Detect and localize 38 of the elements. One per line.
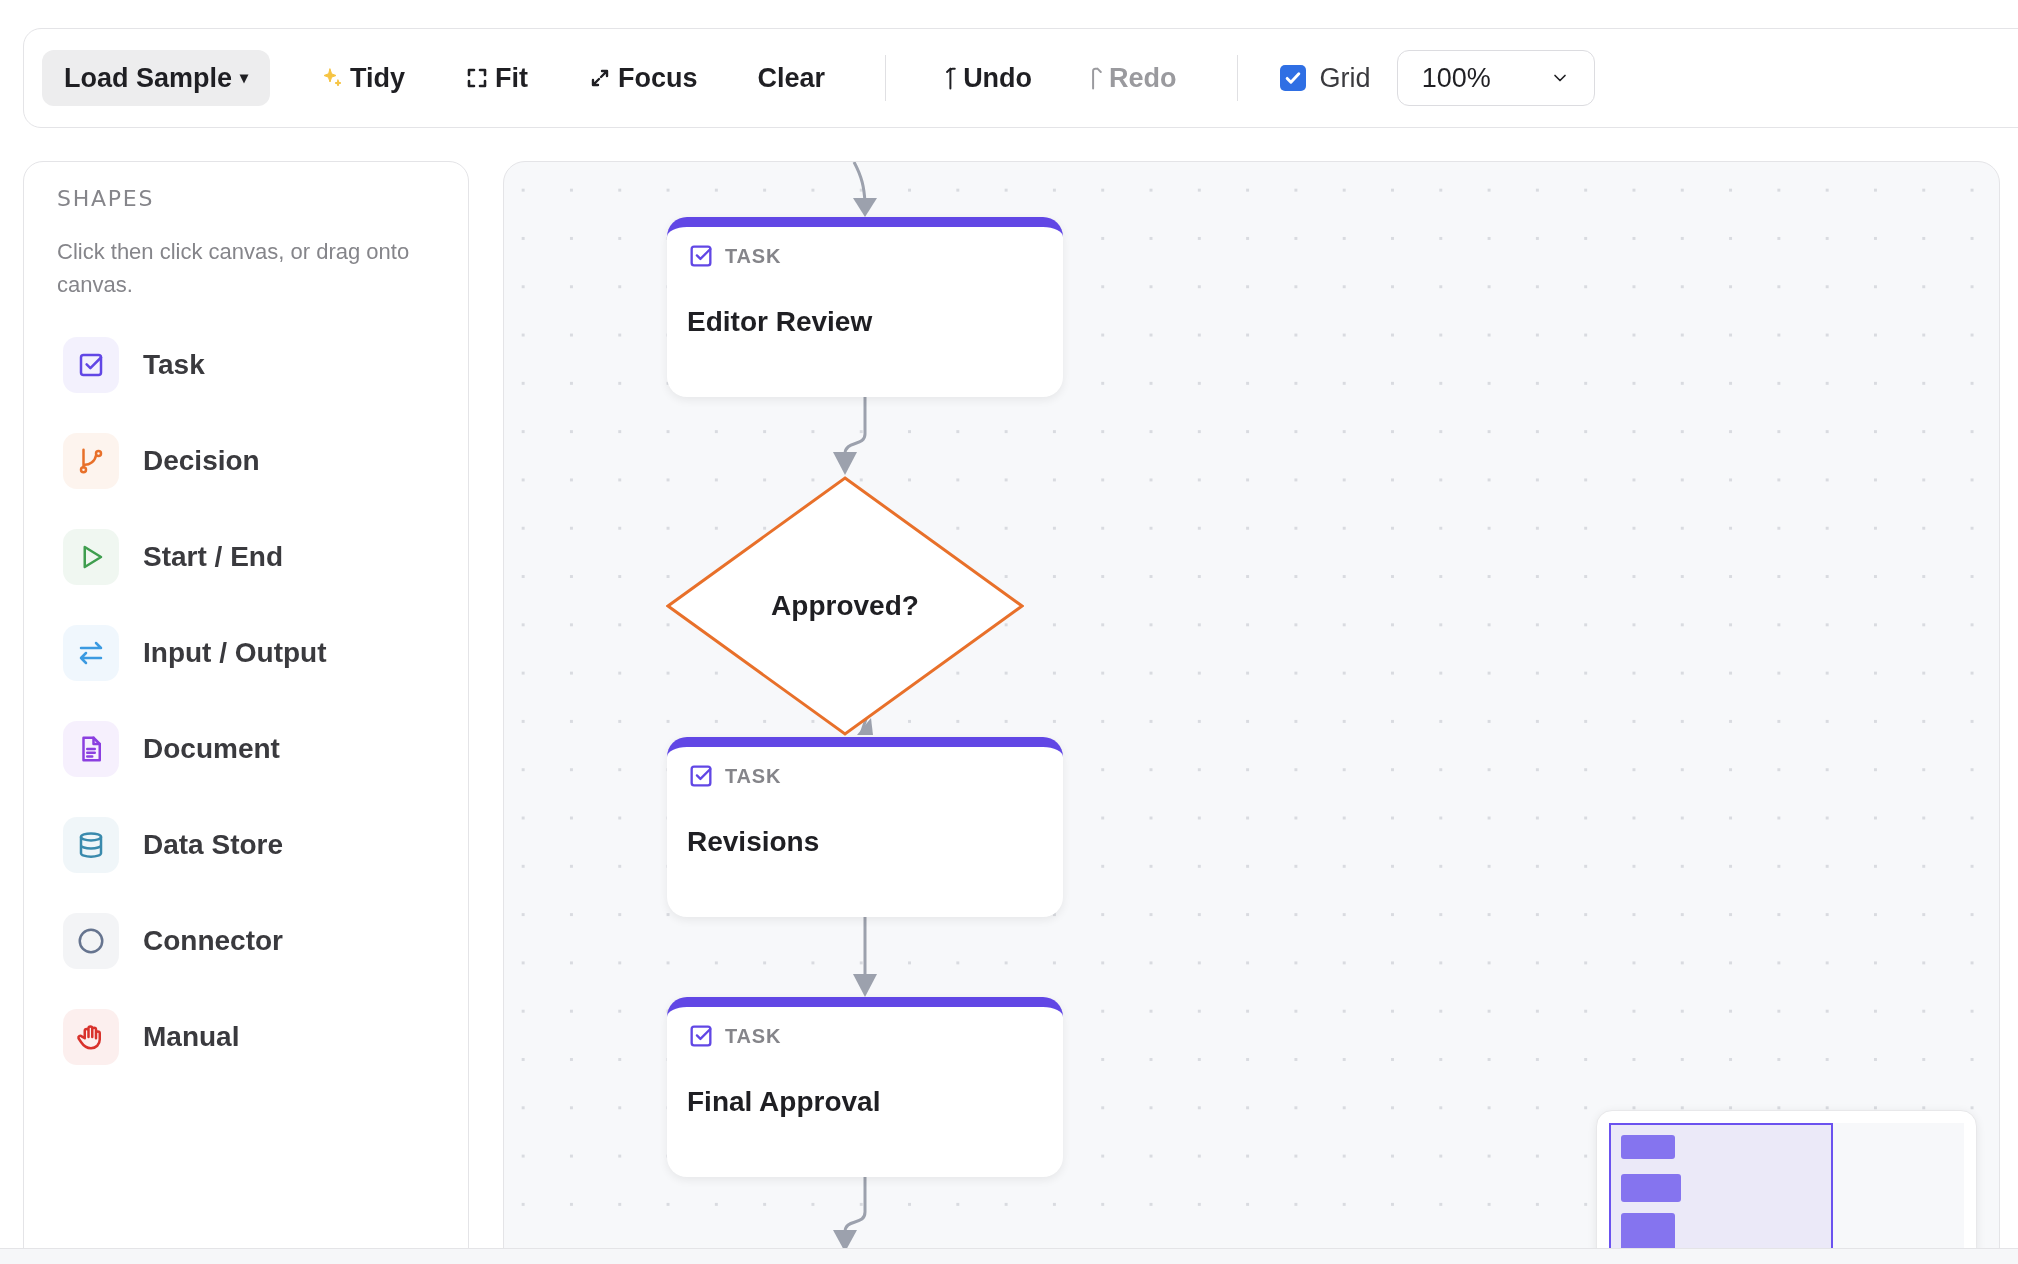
node-title: Approved? (771, 589, 919, 623)
connector-arrow[interactable] (852, 162, 877, 217)
shape-item[interactable]: Document (57, 701, 435, 797)
shape-item[interactable]: Start / End (57, 509, 435, 605)
decision-node[interactable] (666, 476, 1024, 736)
shape-item[interactable]: Manual (57, 989, 435, 1085)
toolbar-button[interactable]: Fit (445, 50, 549, 106)
toolbar-button[interactable]: Clear (737, 50, 846, 106)
node-title: Revisions (687, 825, 821, 859)
shape-item[interactable]: Connector (57, 893, 435, 989)
zoom-select[interactable]: 100% (1396, 50, 1595, 106)
toolbar-button[interactable]: Undo (926, 50, 1053, 106)
canvas[interactable]: TASK Editor Review Approved? TASK Revisions TASK Final Approval (503, 161, 2000, 1248)
node-title: Final Approval (687, 1085, 882, 1119)
toolbar-button[interactable]: Focus (568, 50, 718, 106)
shape-item[interactable]: Task (57, 317, 435, 413)
load-sample-dropdown[interactable]: Load Sample ▾ (42, 50, 271, 106)
shape-item[interactable]: Input / Output (57, 605, 435, 701)
minimap-node (1621, 1174, 1681, 1202)
task-node[interactable]: TASK Editor Review (667, 217, 1063, 397)
toolbar-button[interactable]: Tidy (300, 50, 426, 106)
connector-arrow[interactable] (853, 917, 877, 997)
grid-checkbox[interactable]: Grid (1279, 57, 1371, 99)
node-type-label: TASK (725, 1024, 782, 1049)
shape-item[interactable]: Decision (57, 413, 435, 509)
node-type-label: TASK (725, 764, 782, 789)
task-node[interactable]: TASK Revisions (667, 737, 1063, 917)
connector-arrow[interactable] (833, 1177, 867, 1248)
shape-item[interactable]: Data Store (57, 797, 435, 893)
undo-icon (946, 66, 958, 90)
minimap-node (1621, 1135, 1675, 1159)
task-node[interactable]: TASK Final Approval (667, 997, 1063, 1177)
section-title: SHAPES (57, 185, 156, 213)
node-type-label: TASK (725, 244, 782, 269)
connector-arrow[interactable] (833, 396, 867, 475)
redo-icon (1092, 66, 1104, 90)
hint-text: Click then click canvas, or drag onto canvas. (57, 238, 411, 299)
node-title: Editor Review (687, 305, 874, 339)
